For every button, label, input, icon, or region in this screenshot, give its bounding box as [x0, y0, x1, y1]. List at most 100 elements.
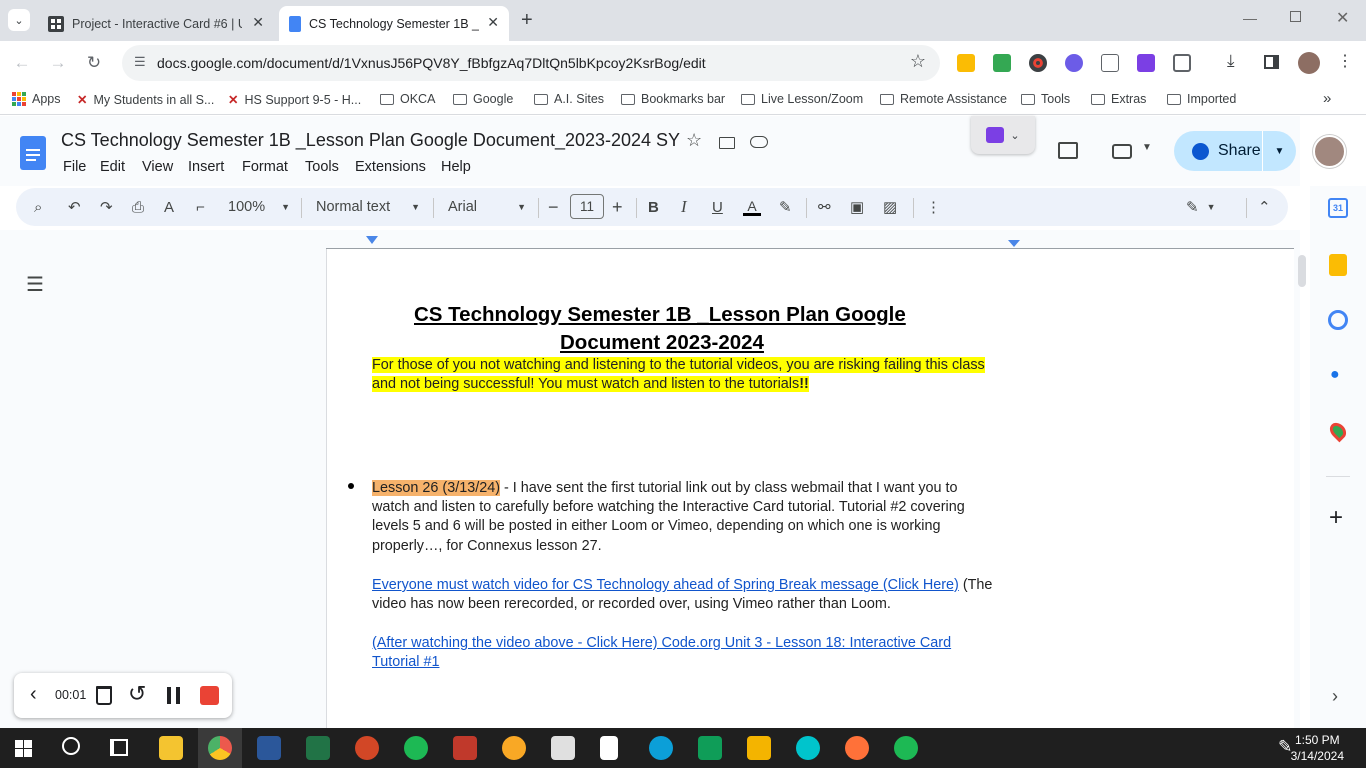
- spotify-secondary-icon[interactable]: [894, 736, 918, 760]
- address-bar[interactable]: ☰ docs.google.com/document/d/1VxnusJ56PQ…: [122, 45, 940, 81]
- document-outline-icon[interactable]: ☰: [26, 275, 44, 295]
- signature-app-icon[interactable]: [551, 736, 575, 760]
- bookmark-hs-support[interactable]: ✕ HS Support 9-5 - H...: [228, 92, 361, 108]
- extension-translate-icon[interactable]: [1101, 54, 1119, 72]
- forward-arrow-icon[interactable]: →: [45, 50, 71, 76]
- site-info-icon[interactable]: ☰: [134, 54, 146, 70]
- side-panel-icon[interactable]: [1264, 55, 1279, 69]
- increase-font-size-icon[interactable]: +: [612, 196, 623, 218]
- spring-break-video-link[interactable]: Everyone must watch video for CS Technol…: [372, 577, 959, 593]
- delete-recording-trash-icon[interactable]: [96, 686, 112, 705]
- search-menus-icon[interactable]: ⌕: [34, 196, 42, 218]
- edge-icon[interactable]: [649, 736, 673, 760]
- maps-icon[interactable]: [1326, 419, 1350, 443]
- menu-tools[interactable]: Tools: [305, 159, 339, 175]
- file-explorer-icon[interactable]: [159, 736, 183, 760]
- share-button[interactable]: Share ▼: [1174, 131, 1296, 171]
- reload-icon[interactable]: ↻: [81, 50, 107, 76]
- decrease-font-size-icon[interactable]: −: [548, 196, 559, 218]
- undo-icon[interactable]: ↶: [68, 196, 81, 218]
- restore-window-icon[interactable]: [1290, 11, 1301, 22]
- account-avatar[interactable]: [1313, 135, 1346, 168]
- tab-cs-technology-doc[interactable]: CS Technology Semester 1B _Le ✕: [279, 6, 509, 41]
- redo-icon[interactable]: ↷: [100, 196, 113, 218]
- get-addons-plus-icon[interactable]: +: [1329, 504, 1343, 532]
- menu-extensions[interactable]: Extensions: [355, 159, 426, 175]
- extension-keep-icon[interactable]: [957, 54, 975, 72]
- tasks-icon[interactable]: [1328, 310, 1348, 330]
- calendar-icon[interactable]: 31: [1328, 198, 1348, 218]
- extension-record-icon[interactable]: [1029, 54, 1047, 72]
- text-color-icon[interactable]: A: [743, 196, 761, 218]
- star-document-icon[interactable]: ☆: [686, 130, 702, 151]
- share-dropdown-chevron-icon[interactable]: ▼: [1262, 131, 1296, 171]
- minimize-window-icon[interactable]: —: [1243, 10, 1257, 26]
- menu-edit[interactable]: Edit: [100, 159, 125, 175]
- canva-icon[interactable]: [796, 736, 820, 760]
- powerpoint-icon[interactable]: [355, 736, 379, 760]
- more-bookmarks-chevron-icon[interactable]: »: [1323, 90, 1331, 107]
- bookmark-folder-okca[interactable]: OKCA: [380, 92, 435, 106]
- document-file-icon[interactable]: [600, 736, 618, 760]
- paragraph-style-select[interactable]: Normal text ▼: [316, 196, 420, 218]
- search-icon[interactable]: [62, 737, 80, 755]
- expand-panel-chevron-icon[interactable]: ›: [1332, 686, 1338, 707]
- move-folder-icon[interactable]: [719, 137, 735, 149]
- bold-icon[interactable]: B: [648, 196, 659, 218]
- bookmark-folder-live-lesson[interactable]: Live Lesson/Zoom: [741, 92, 863, 106]
- keep-icon[interactable]: [1329, 254, 1347, 276]
- more-options-icon[interactable]: ⋮: [926, 196, 941, 218]
- bookmark-folder-google[interactable]: Google: [453, 92, 513, 106]
- chat-app-icon[interactable]: [698, 736, 722, 760]
- extension-gear-icon[interactable]: [1065, 54, 1083, 72]
- restart-recording-icon[interactable]: ↺: [128, 681, 146, 707]
- paint-format-icon[interactable]: ⌐: [196, 196, 205, 218]
- bookmark-star-icon[interactable]: ☆: [910, 51, 926, 72]
- bookmark-folder-tools[interactable]: Tools: [1021, 92, 1070, 106]
- downloads-icon[interactable]: ⤓: [1227, 51, 1235, 71]
- excel-icon[interactable]: [306, 736, 330, 760]
- left-indent-marker-icon[interactable]: [366, 236, 378, 244]
- underline-icon[interactable]: U: [712, 196, 723, 218]
- bookmark-my-students[interactable]: ✕ My Students in all S...: [77, 92, 214, 108]
- close-tab-icon[interactable]: ✕: [487, 14, 499, 31]
- word-icon[interactable]: [257, 736, 281, 760]
- vertical-scrollbar-thumb[interactable]: [1298, 255, 1306, 287]
- document-page[interactable]: CS Technology Semester 1B _Lesson Plan G…: [326, 249, 1294, 728]
- tab-project-interactive-card[interactable]: Project - Interactive Card #6 | U ✕: [38, 6, 274, 41]
- firefox-icon[interactable]: [845, 736, 869, 760]
- print-icon[interactable]: ⎙: [132, 196, 144, 218]
- duck-app-icon[interactable]: [502, 736, 526, 760]
- editing-mode-pencil-icon[interactable]: ✎ ▼: [1186, 196, 1216, 218]
- office-app-icon[interactable]: [747, 736, 771, 760]
- extensions-puzzle-icon[interactable]: [1173, 54, 1191, 72]
- texthelp-dropdown[interactable]: ⌄: [971, 116, 1035, 154]
- menu-insert[interactable]: Insert: [188, 159, 224, 175]
- document-title[interactable]: CS Technology Semester 1B _Lesson Plan G…: [61, 130, 680, 151]
- bookmark-folder-bookmarks-bar[interactable]: Bookmarks bar: [621, 92, 725, 106]
- back-arrow-icon[interactable]: ←: [9, 50, 35, 76]
- new-tab-plus-icon[interactable]: +: [521, 9, 533, 32]
- menu-file[interactable]: File: [63, 159, 86, 175]
- pause-recording-icon[interactable]: [167, 687, 180, 704]
- cloud-saved-icon[interactable]: [750, 136, 768, 148]
- interactive-card-tutorial-link[interactable]: (After watching the video above - Click …: [372, 635, 951, 651]
- chrome-menu-icon[interactable]: ⋮: [1337, 51, 1353, 71]
- bookmark-folder-extras[interactable]: Extras: [1091, 92, 1146, 106]
- highlight-color-icon[interactable]: ✎: [779, 196, 792, 218]
- insert-image-icon[interactable]: ▨: [883, 196, 897, 218]
- contacts-icon[interactable]: ●: [1330, 366, 1346, 384]
- bookmark-apps[interactable]: Apps: [12, 92, 61, 106]
- tab-search-button[interactable]: ⌄: [8, 9, 30, 31]
- meet-camera-icon[interactable]: [1112, 144, 1132, 159]
- bookmark-folder-ai-sites[interactable]: A.I. Sites: [534, 92, 604, 106]
- extension-green-icon[interactable]: [993, 54, 1011, 72]
- bookmark-folder-remote-assistance[interactable]: Remote Assistance: [880, 92, 1007, 106]
- windows-start-icon[interactable]: [15, 740, 32, 757]
- insert-link-icon[interactable]: ⚯: [818, 196, 831, 218]
- font-select[interactable]: Arial ▼: [448, 196, 526, 218]
- task-view-icon[interactable]: [110, 739, 128, 756]
- italic-icon[interactable]: I: [681, 196, 687, 218]
- font-size-input[interactable]: 11: [570, 194, 604, 219]
- collapse-chevron-left-icon[interactable]: ‹: [30, 683, 37, 706]
